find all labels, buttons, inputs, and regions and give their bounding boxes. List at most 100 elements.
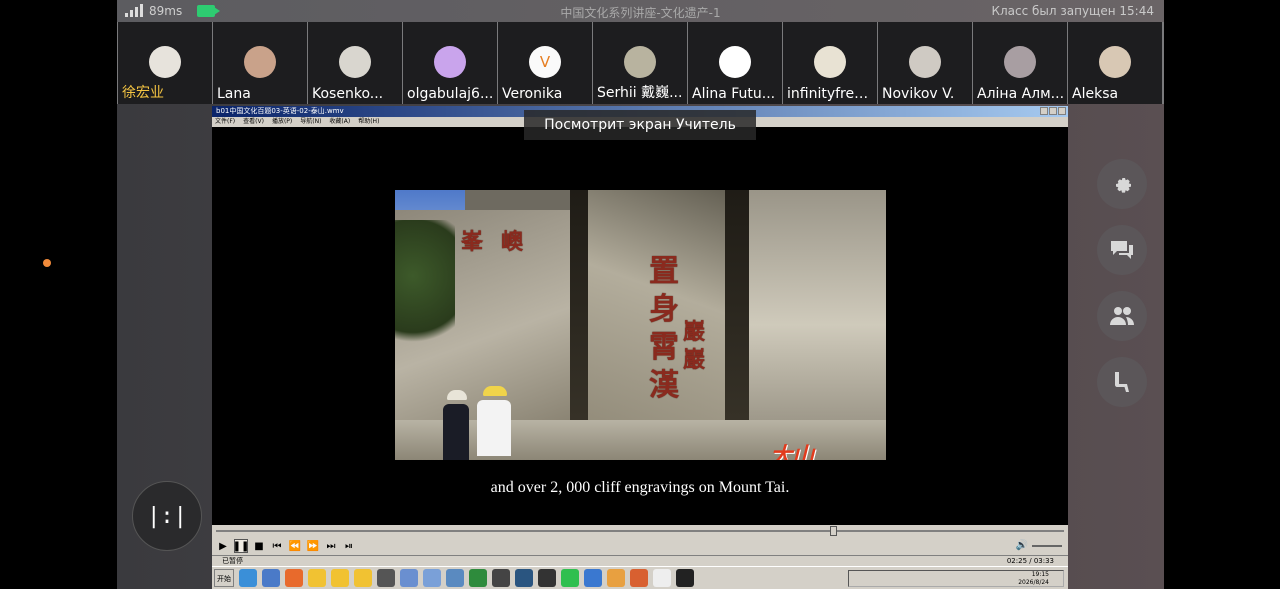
maximize-icon <box>1049 107 1057 115</box>
minimize-icon <box>1040 107 1048 115</box>
play-icon[interactable]: ▶ <box>216 539 230 553</box>
step-icon[interactable]: ⏯ <box>342 539 356 553</box>
forward-icon[interactable]: ⏩ <box>306 539 320 553</box>
stop-icon[interactable]: ■ <box>252 539 266 553</box>
wechat-icon <box>561 569 579 587</box>
avatar <box>719 46 751 78</box>
tree <box>395 220 455 360</box>
layout-toggle-button[interactable]: |:| <box>132 481 202 551</box>
playback-time: 02:25 / 03:33 <box>1006 557 1054 565</box>
camera-app-icon <box>538 569 556 587</box>
tourist <box>473 386 515 460</box>
participant-tile[interactable]: 徐宏业 <box>118 22 212 104</box>
document-icon <box>423 569 441 587</box>
app-icon <box>492 569 510 587</box>
volume-icon[interactable]: 🔊 <box>1016 540 1028 551</box>
tray-date: 2026/8/24 <box>1018 579 1049 586</box>
video-frame: 置 身 霄 漢 巖 巖 峯 㠗 大山 <box>395 190 886 460</box>
player-status: 已暂停 02:25 / 03:33 <box>212 555 1068 566</box>
gear-icon <box>1116 178 1131 193</box>
system-tray: 19:15 2026/8/24 <box>848 570 1064 587</box>
participants-strip: 徐宏业 Lana Kosenko... olgabulaj6... V Veronika S… <box>117 22 1164 104</box>
participant-tile[interactable]: Serhii 戴巍... <box>593 22 687 104</box>
participant-tile[interactable]: Alina Futu... <box>688 22 782 104</box>
avatar: V <box>529 46 561 78</box>
search-icon <box>262 569 280 587</box>
close-icon <box>1058 107 1066 115</box>
document-icon <box>653 569 671 587</box>
screen-share: b01中国文化百题03-英语-02-泰山.wmv 文件(F) 查看(V) 播放(P)… <box>212 106 1068 589</box>
participant-name: Veronika <box>502 86 563 102</box>
app-icon <box>607 569 625 587</box>
engraving-char: 巖 <box>683 347 706 373</box>
seek-bar[interactable] <box>212 525 1068 537</box>
tourist <box>439 390 473 460</box>
ppt-icon <box>630 569 648 587</box>
participant-name: Kosenko... <box>312 86 384 102</box>
avatar <box>1099 46 1131 78</box>
channel-logo: 大山 <box>770 444 815 460</box>
participant-name: Alina Futu... <box>692 86 776 102</box>
player-controls: ▶ ❚❚ ■ ⏮ ⏪ ⏩ ⏭ ⏯ 🔊 <box>212 537 1068 555</box>
player-menu-item: 文件(F) <box>215 118 236 125</box>
ie-icon <box>239 569 257 587</box>
start-button: 开始 <box>214 569 234 587</box>
playback-status: 已暂停 <box>222 557 243 565</box>
player-window-title: b01中国文化百题03-英语-02-泰山.wmv <box>216 107 344 115</box>
app-icon <box>676 569 694 587</box>
document-icon <box>400 569 418 587</box>
avatar <box>1004 46 1036 78</box>
participant-tile[interactable]: Аліна Алм... <box>973 22 1067 104</box>
participant-name: Аліна Алм... <box>977 86 1065 102</box>
engraving-char: 峯 <box>461 229 484 255</box>
classroom-stage: 89ms 中国文化系列讲座-文化遗产-1 Класс был запущен 1… <box>117 0 1164 589</box>
folder-icon <box>354 569 372 587</box>
player-menu-item: 导航(N) <box>300 118 322 125</box>
player-menu-item: 收藏(A) <box>329 118 351 125</box>
avatar <box>244 46 276 78</box>
chat-button[interactable] <box>1097 225 1147 275</box>
avatar <box>624 46 656 78</box>
media-player-icon <box>377 569 395 587</box>
firefox-icon <box>285 569 303 587</box>
participant-name: Aleksa <box>1072 86 1119 102</box>
participant-tile[interactable]: Lana <box>213 22 307 104</box>
avatar <box>149 46 181 78</box>
player-menu-item: 帮助(H) <box>358 118 380 125</box>
player-menu-item: 查看(V) <box>243 118 264 125</box>
participant-tile[interactable]: olgabulaj6... <box>403 22 497 104</box>
prev-icon[interactable]: ⏮ <box>270 539 284 553</box>
participant-name: Lana <box>217 86 251 102</box>
top-status-bar: 89ms 中国文化系列讲座-文化遗产-1 Класс был запущен 1… <box>117 0 1164 22</box>
participant-name: infinityfreq... <box>787 86 875 102</box>
avatar <box>339 46 371 78</box>
participant-tile[interactable]: Aleksa <box>1068 22 1162 104</box>
audition-icon <box>515 569 533 587</box>
window-buttons <box>1040 107 1066 115</box>
rewind-icon[interactable]: ⏪ <box>288 539 302 553</box>
status-dot <box>43 259 51 267</box>
seat-button[interactable] <box>1097 357 1147 407</box>
tray-clock: 19:15 <box>1031 571 1049 578</box>
participants-button[interactable] <box>1097 291 1147 341</box>
seat-icon <box>1115 372 1129 392</box>
remote-taskbar: 开始 19:15 2026/8/24 <box>212 566 1068 589</box>
participant-name: olgabulaj6... <box>407 86 494 102</box>
avatar <box>814 46 846 78</box>
volume-slider[interactable] <box>1032 545 1062 547</box>
participant-tile[interactable]: V Veronika <box>498 22 592 104</box>
participant-tile[interactable]: infinityfreq... <box>783 22 877 104</box>
folder-icon <box>308 569 326 587</box>
next-icon[interactable]: ⏭ <box>324 539 338 553</box>
class-status: Класс был запущен 15:44 <box>991 4 1154 18</box>
participant-tile[interactable]: Kosenko... <box>308 22 402 104</box>
chat-icon <box>1111 241 1133 259</box>
seek-thumb[interactable] <box>829 526 837 536</box>
engraving-char: 㠗 <box>501 229 524 255</box>
participant-tile[interactable]: Novikov V. <box>878 22 972 104</box>
settings-button[interactable] <box>1097 159 1147 209</box>
avatar <box>434 46 466 78</box>
pause-icon[interactable]: ❚❚ <box>233 539 249 553</box>
app-icon <box>446 569 464 587</box>
video-subtitle: and over 2, 000 cliff engravings on Moun… <box>490 479 790 496</box>
